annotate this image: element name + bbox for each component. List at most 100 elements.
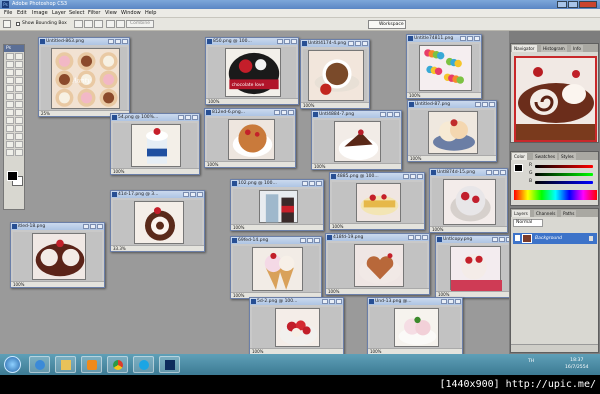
document-canvas[interactable] [207, 118, 293, 161]
document-canvas[interactable] [113, 123, 197, 168]
document-canvas[interactable] [303, 49, 367, 102]
zoom-level[interactable]: 100% [208, 99, 219, 104]
document-title-bar[interactable]: Untitle74811.png [407, 35, 481, 42]
document-close-button[interactable] [489, 102, 495, 107]
green-slider[interactable] [535, 173, 593, 176]
tool-button[interactable] [15, 69, 23, 76]
taskbar-ie-button[interactable] [29, 356, 50, 373]
document-maximize-button[interactable] [185, 115, 191, 120]
document-maximize-button[interactable] [410, 174, 416, 179]
document-window[interactable]: Untl874d-15.png 100% [429, 168, 508, 233]
zoom-level[interactable]: 100% [303, 103, 314, 108]
document-window[interactable]: 5d-2.png @ 100... 100% [249, 297, 344, 355]
tab-channels[interactable]: Channels [534, 210, 558, 217]
document-window[interactable]: 850.png @ 100... chocolate love 100% [205, 37, 299, 105]
document-canvas[interactable] [370, 307, 460, 348]
document-close-button[interactable] [122, 39, 128, 44]
document-window[interactable]: 4885.png @ 100... 100% [329, 172, 425, 230]
workspace-dropdown[interactable]: Workspace [368, 20, 406, 29]
tool-button[interactable] [6, 85, 14, 92]
document-title-bar[interactable]: Untitled-87.png [408, 101, 496, 108]
document-maximize-button[interactable] [115, 39, 121, 44]
tool-button[interactable] [6, 61, 14, 68]
menu-image[interactable]: Image [32, 10, 48, 17]
document-minimize-button[interactable] [460, 36, 466, 41]
tab-swatches[interactable]: Swatches [533, 153, 558, 160]
document-canvas[interactable]: Aunty [41, 47, 127, 110]
document-window[interactable]: 41d-17.png @ 3... 33.3% [110, 190, 205, 252]
tool-button[interactable] [6, 53, 14, 60]
tool-button[interactable] [6, 69, 14, 76]
document-window[interactable]: Untitled-863.png Aunty 25% [38, 37, 130, 117]
document-window[interactable]: 102.png @ 100... 100% [230, 179, 324, 231]
document-minimize-button[interactable] [108, 39, 114, 44]
document-window[interactable]: 69fed-14.png 100% [230, 236, 322, 299]
document-close-button[interactable] [422, 235, 428, 240]
combine-button[interactable]: Combine [126, 20, 154, 28]
blue-slider[interactable] [535, 181, 593, 184]
zoom-level[interactable]: 100% [332, 224, 343, 229]
document-title-bar[interactable]: Untitl4174-4.png [301, 40, 369, 47]
document-close-button[interactable] [474, 36, 480, 41]
tool-button[interactable] [6, 149, 14, 156]
zoom-level[interactable]: 33.3% [113, 246, 126, 251]
document-minimize-button[interactable] [348, 41, 354, 46]
zoom-level[interactable]: 100% [328, 289, 339, 294]
foreground-color-swatch[interactable] [7, 171, 18, 181]
zoom-level[interactable]: 100% [409, 93, 420, 98]
document-maximize-button[interactable] [90, 224, 96, 229]
blend-mode-dropdown[interactable]: Normal [513, 219, 543, 227]
document-minimize-button[interactable] [178, 115, 184, 120]
document-close-button[interactable] [394, 112, 400, 117]
document-maximize-button[interactable] [329, 299, 335, 304]
menu-help[interactable]: Help [145, 10, 156, 17]
document-window[interactable]: Untlcopy.png 100% [435, 235, 514, 298]
document-canvas[interactable] [13, 232, 102, 281]
tool-button[interactable] [15, 125, 23, 132]
zoom-level[interactable]: 100% [113, 169, 124, 174]
zoom-level[interactable]: 100% [233, 293, 244, 298]
tool-button[interactable] [15, 117, 23, 124]
document-title-bar[interactable]: 418fd-19.png [326, 234, 429, 241]
tool-button[interactable] [6, 77, 14, 84]
tool-button[interactable] [6, 101, 14, 108]
document-close-button[interactable] [417, 174, 423, 179]
menu-filter[interactable]: Filter [88, 10, 100, 17]
zoom-level[interactable]: 100% [233, 225, 244, 230]
align-bottom-button[interactable] [94, 20, 103, 28]
document-window[interactable]: Und-13.png @... 100% [367, 297, 463, 355]
document-canvas[interactable] [432, 178, 505, 226]
document-minimize-button[interactable] [183, 192, 189, 197]
tab-color[interactable]: Color [512, 153, 527, 160]
tool-button[interactable] [15, 109, 23, 116]
tool-button[interactable] [15, 149, 23, 156]
document-minimize-button[interactable] [492, 237, 498, 242]
tool-button[interactable] [15, 93, 23, 100]
taskbar-chrome-button[interactable] [107, 356, 128, 373]
document-minimize-button[interactable] [322, 299, 328, 304]
document-maximize-button[interactable] [467, 36, 473, 41]
document-close-button[interactable] [455, 299, 461, 304]
document-maximize-button[interactable] [190, 192, 196, 197]
taskbar-photoshop-button[interactable] [159, 356, 180, 373]
document-title-bar[interactable]: 5d-2.png @ 100... [250, 298, 343, 305]
document-title-bar[interactable]: 4885.png @ 100... [330, 173, 424, 180]
document-close-button[interactable] [97, 224, 103, 229]
document-window[interactable]: Untitle74811.png 100% [406, 34, 482, 99]
tool-button[interactable] [15, 61, 23, 68]
document-close-button[interactable] [500, 170, 506, 175]
document-maximize-button[interactable] [281, 110, 287, 115]
document-maximize-button[interactable] [387, 112, 393, 117]
tool-button[interactable] [6, 93, 14, 100]
document-title-bar[interactable]: Untl874d-15.png [430, 169, 507, 176]
zoom-level[interactable]: 100% [432, 227, 443, 232]
close-button[interactable] [579, 1, 597, 8]
document-canvas[interactable] [438, 245, 511, 291]
document-title-bar[interactable]: 41d-17.png @ 3... [111, 191, 204, 198]
document-window[interactable]: 418fd-19.png 100% [325, 233, 430, 295]
menu-window[interactable]: Window [121, 10, 141, 17]
document-title-bar[interactable]: 812ed-6.png... [205, 109, 295, 116]
document-window[interactable]: Untl4884-7.png 100% [311, 110, 402, 170]
tool-button[interactable] [6, 125, 14, 132]
taskbar-explorer-button[interactable] [55, 356, 76, 373]
